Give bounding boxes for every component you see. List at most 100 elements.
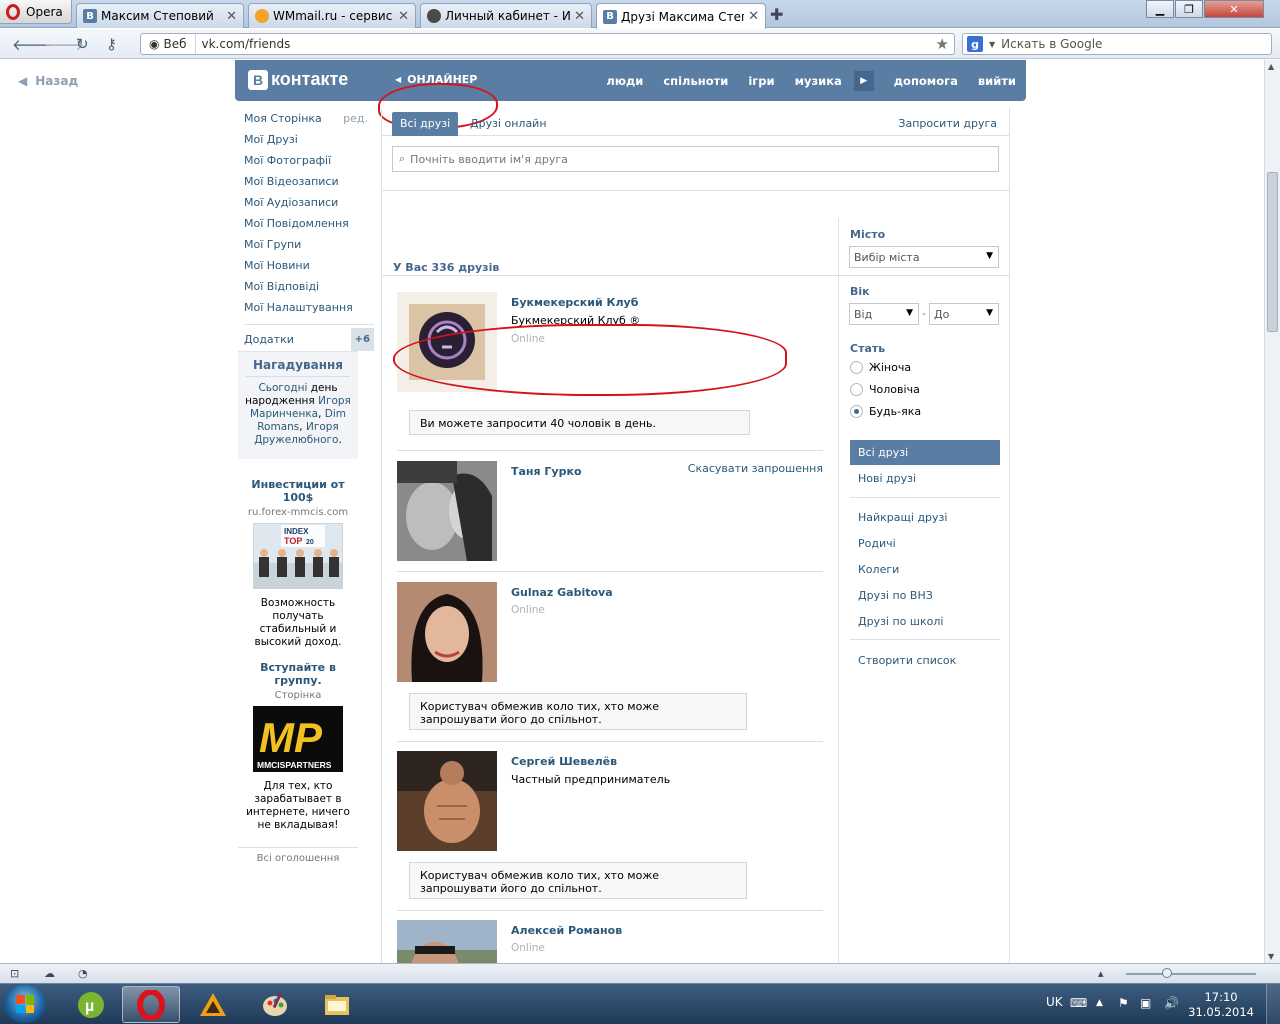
explorer-taskbar-button[interactable] — [308, 986, 366, 1023]
window-close-icon[interactable]: ✕ — [1204, 0, 1264, 18]
friend-name[interactable]: Gulnaz Gabitova — [511, 586, 613, 599]
keyboard-icon[interactable]: ⌨ — [1070, 996, 1087, 1010]
action-center-flag-icon[interactable]: ⚑ — [1118, 996, 1129, 1010]
zoom-slider-knob[interactable] — [1162, 968, 1172, 978]
dropdown-arrow-icon[interactable]: ▼ — [989, 40, 995, 49]
web-badge[interactable]: ◉ Веб — [141, 34, 196, 54]
edit-link[interactable]: ред. — [343, 108, 368, 129]
list-best-friends[interactable]: Найкращі друзі — [850, 505, 1000, 530]
friend-name[interactable]: Сергей Шевелёв — [511, 755, 617, 768]
menu-my-photos[interactable]: Мої Фотографії — [244, 150, 374, 171]
volume-icon[interactable]: 🔊 — [1164, 996, 1179, 1010]
ad-image[interactable]: INDEX TOP 20 — [252, 522, 344, 590]
menu-my-page[interactable]: Моя Сторінка ред. — [244, 108, 374, 129]
friend-search-input[interactable]: ⌕ Почніть вводити ім'я друга — [392, 146, 999, 172]
city-select[interactable]: Вибір міста ▼ — [849, 246, 999, 268]
nav-communities[interactable]: спільноти — [653, 74, 738, 88]
panel-toggle-icon[interactable]: ⊡ — [10, 967, 19, 980]
browser-tab[interactable]: B Максим Степовий ✕ — [76, 3, 244, 28]
nav-people[interactable]: люди — [596, 74, 653, 88]
speed-dial-icon[interactable]: ◔ — [78, 967, 88, 980]
nav-more-icon[interactable]: ▶ — [853, 70, 874, 91]
nav-help[interactable]: допомога — [884, 74, 968, 88]
menu-my-news[interactable]: Мої Новини — [244, 255, 374, 276]
menu-my-friends[interactable]: Мої Друзі — [244, 129, 374, 150]
all-ads-link[interactable]: Всі оголошення — [238, 847, 358, 864]
tray-expand-icon[interactable]: ▲ — [1096, 998, 1103, 1008]
url-text[interactable]: vk.com/friends — [196, 37, 291, 51]
today-link[interactable]: Сьогодні — [258, 382, 307, 394]
back-link[interactable]: ◀ Назад — [18, 74, 78, 88]
page-scrollbar[interactable]: ▲ ▼ — [1264, 60, 1280, 963]
list-school-friends[interactable]: Друзі по школі — [850, 609, 1000, 634]
ad-title[interactable]: Вступайте в группу. — [238, 661, 358, 687]
browser-tab[interactable]: WMmail.ru - сервис п... ✕ — [248, 3, 416, 28]
opera-taskbar-button[interactable] — [122, 986, 180, 1023]
ad-block[interactable]: Вступайте в группу. Сторінка MP MMCISPAR… — [238, 661, 358, 832]
tab-all-friends[interactable]: Всі друзі — [392, 112, 459, 136]
new-tab-icon[interactable]: ✚ — [770, 5, 783, 24]
ad-title[interactable]: Инвестиции от 100$ — [238, 478, 358, 504]
menu-my-answers[interactable]: Мої Відповіді — [244, 276, 374, 297]
menu-my-messages[interactable]: Мої Повідомлення — [244, 213, 374, 234]
friend-avatar[interactable] — [397, 461, 497, 561]
create-list-link[interactable]: Створити список — [850, 648, 1000, 673]
tab-close-icon[interactable]: ✕ — [226, 9, 237, 24]
browser-tab-active[interactable]: B Друзі Максима Степо... ✕ — [596, 3, 766, 29]
zoom-dropdown-icon[interactable]: ▴ — [1098, 967, 1104, 980]
list-new-friends[interactable]: Нові друзі — [850, 466, 1000, 491]
invite-friend-link[interactable]: Запросити друга — [898, 117, 997, 130]
bookmark-star-icon[interactable]: ★ — [936, 35, 949, 53]
restore-icon[interactable]: ❐ — [1175, 0, 1203, 18]
sex-radio-female[interactable]: Жіноча — [850, 361, 911, 374]
list-colleagues[interactable]: Колеги — [850, 557, 1000, 582]
sex-radio-any[interactable]: Будь-яка — [850, 405, 921, 418]
nav-logout[interactable]: вийти — [968, 74, 1026, 88]
scroll-down-icon[interactable]: ▼ — [1268, 952, 1274, 961]
nav-music[interactable]: музика — [785, 74, 852, 88]
network-icon[interactable]: ▣ — [1140, 996, 1151, 1010]
ad-block[interactable]: Инвестиции от 100$ ru.forex-mmcis.com IN… — [238, 478, 358, 649]
language-indicator[interactable]: UK — [1046, 995, 1063, 1009]
tab-close-icon[interactable]: ✕ — [748, 9, 759, 24]
key-icon[interactable]: ⚷ — [106, 35, 117, 53]
age-to-select[interactable]: До ▼ — [929, 303, 999, 325]
zoom-slider-track[interactable] — [1126, 973, 1256, 975]
menu-my-settings[interactable]: Мої Налаштування — [244, 297, 374, 318]
app-taskbar-button[interactable] — [184, 986, 242, 1023]
browser-tab[interactable]: Личный кабинет - Ис... ✕ — [420, 3, 592, 28]
sex-radio-male[interactable]: Чоловіча — [850, 383, 920, 396]
menu-apps[interactable]: Додатки +6 — [244, 324, 374, 351]
nav-games[interactable]: ігри — [738, 74, 784, 88]
utorrent-taskbar-button[interactable]: µ — [62, 986, 120, 1023]
list-relatives[interactable]: Родичі — [850, 531, 1000, 556]
age-from-select[interactable]: Від ▼ — [849, 303, 919, 325]
url-field[interactable]: ◉ Веб vk.com/friends ★ — [140, 33, 955, 55]
friend-avatar[interactable] — [397, 920, 497, 963]
opera-menu-button[interactable]: Opera — [0, 0, 72, 24]
start-button[interactable] — [4, 985, 46, 1023]
menu-my-audio[interactable]: Мої Аудіозаписи — [244, 192, 374, 213]
menu-my-groups[interactable]: Мої Групи — [244, 234, 374, 255]
tab-close-icon[interactable]: ✕ — [398, 9, 409, 24]
tab-close-icon[interactable]: ✕ — [574, 9, 585, 24]
cloud-icon[interactable]: ☁ — [44, 967, 55, 980]
google-search-field[interactable]: g ▼ Искать в Google — [962, 33, 1272, 55]
menu-my-videos[interactable]: Мої Відеозаписи — [244, 171, 374, 192]
list-all-friends[interactable]: Всі друзі — [850, 440, 1000, 465]
reload-icon[interactable]: ↻ — [76, 35, 89, 53]
paint-taskbar-button[interactable] — [246, 986, 304, 1023]
tab-friends-online[interactable]: Друзі онлайн — [462, 112, 555, 136]
scrollbar-thumb[interactable] — [1267, 172, 1278, 332]
scroll-up-icon[interactable]: ▲ — [1268, 62, 1274, 71]
show-desktop-button[interactable] — [1266, 984, 1280, 1024]
vk-logo[interactable]: В контакте — [248, 69, 348, 90]
ad-image[interactable]: MP MMCISPARTNERS — [253, 706, 343, 772]
friend-name[interactable]: Букмекерский Клуб — [511, 296, 638, 309]
minimize-icon[interactable]: ▁ — [1146, 0, 1174, 18]
cancel-invite-link[interactable]: Скасувати запрошення — [688, 462, 823, 475]
friend-avatar[interactable] — [397, 751, 497, 851]
friend-name[interactable]: Алексей Романов — [511, 924, 622, 937]
friend-avatar[interactable] — [397, 582, 497, 682]
clock[interactable]: 17:10 31.05.2014 — [1188, 990, 1254, 1020]
